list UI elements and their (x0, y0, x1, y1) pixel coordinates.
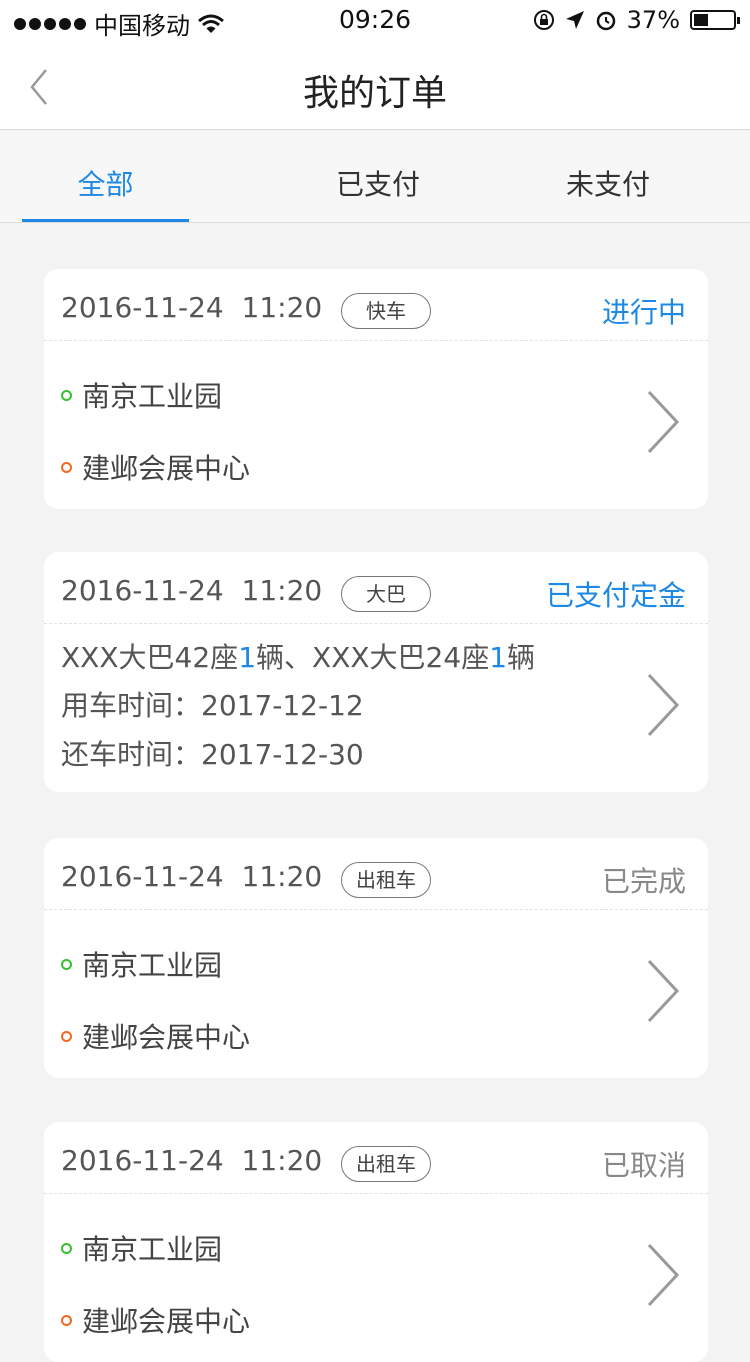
ride-type-tag: 快车 (341, 293, 431, 329)
rotation-lock-icon (533, 10, 554, 30)
return-time: 还车时间：2017-12-30 (61, 738, 364, 771)
order-date: 2016-11-24 11:20 (61, 574, 323, 607)
status-right: 37% (533, 6, 740, 34)
tab-paid[interactable]: 已支付 (288, 131, 468, 223)
bus-count: 1 (489, 641, 508, 674)
end-location: 建邺会展中心 (82, 452, 251, 485)
end-dot-icon (61, 1030, 72, 1042)
order-date: 2016-11-24 11:20 (61, 860, 323, 893)
order-card-header: 2016-11-24 11:20 出租车 已完成 (44, 838, 708, 910)
order-status: 已取消 (601, 1149, 686, 1182)
route-start: 南京工业园 (61, 375, 222, 415)
order-status: 已支付定金 (545, 579, 686, 612)
alarm-icon (596, 11, 615, 31)
tab-unpaid[interactable]: 未支付 (518, 131, 698, 223)
use-time: 用车时间：2017-12-12 (61, 689, 364, 722)
chevron-right-icon[interactable] (646, 672, 680, 738)
bus-vehicle-summary: XXX大巴42座1辆、XXX大巴24座1辆 (61, 636, 535, 676)
ride-type-tag: 大巴 (341, 576, 431, 612)
ride-type-tag: 出租车 (341, 862, 431, 898)
chevron-right-icon[interactable] (646, 389, 680, 455)
chevron-right-icon[interactable] (646, 958, 680, 1024)
chevron-right-icon[interactable] (646, 1242, 680, 1308)
order-card-header: 2016-11-24 11:20 快车 进行中 (44, 269, 708, 341)
active-tab-indicator (22, 219, 189, 222)
route-start: 南京工业园 (61, 944, 222, 984)
ride-type-tag: 出租车 (341, 1146, 431, 1182)
order-card[interactable]: 2016-11-24 11:20 出租车 已取消 南京工业园 建邺会展中心 (44, 1122, 708, 1362)
order-date: 2016-11-24 11:20 (61, 1144, 323, 1177)
order-card[interactable]: 2016-11-24 11:20 快车 进行中 南京工业园 建邺会展中心 (44, 269, 708, 509)
order-card-header: 2016-11-24 11:20 大巴 已支付定金 (44, 552, 708, 624)
route-end: 建邺会展中心 (61, 447, 250, 487)
bus-vehicle-text: 辆、XXX大巴24座 (256, 641, 490, 674)
order-date: 2016-11-24 11:20 (61, 291, 323, 324)
bus-vehicle-text: 辆 (507, 641, 536, 674)
start-location: 南京工业园 (82, 1233, 223, 1266)
bus-count: 1 (238, 641, 257, 674)
battery-icon (690, 10, 740, 30)
start-dot-icon (61, 1242, 72, 1254)
nav-bar: 我的订单 (0, 40, 750, 130)
end-dot-icon (61, 1314, 72, 1326)
battery-percent: 37% (626, 6, 680, 34)
end-dot-icon (61, 461, 72, 473)
status-bar: 中国移动 09:26 37% (0, 0, 750, 40)
start-location: 南京工业园 (82, 949, 223, 982)
bus-vehicle-text: XXX大巴42座 (61, 641, 239, 674)
end-location: 建邺会展中心 (82, 1021, 251, 1054)
route-end: 建邺会展中心 (61, 1016, 250, 1056)
page-title: 我的订单 (302, 73, 447, 114)
order-card-header: 2016-11-24 11:20 出租车 已取消 (44, 1122, 708, 1194)
order-card[interactable]: 2016-11-24 11:20 大巴 已支付定金 XXX大巴42座1辆、XXX… (44, 552, 708, 792)
location-arrow-icon (565, 11, 584, 29)
end-location: 建邺会展中心 (82, 1305, 251, 1338)
order-status: 已完成 (601, 865, 686, 898)
route-start: 南京工业园 (61, 1228, 222, 1268)
order-status: 进行中 (601, 296, 686, 329)
start-dot-icon (61, 958, 72, 970)
order-tabs: 全部 已支付 未支付 (0, 131, 750, 223)
start-location: 南京工业园 (82, 380, 223, 413)
order-card[interactable]: 2016-11-24 11:20 出租车 已完成 南京工业园 建邺会展中心 (44, 838, 708, 1078)
tab-all[interactable]: 全部 (22, 131, 189, 223)
start-dot-icon (61, 389, 72, 401)
route-end: 建邺会展中心 (61, 1300, 250, 1340)
